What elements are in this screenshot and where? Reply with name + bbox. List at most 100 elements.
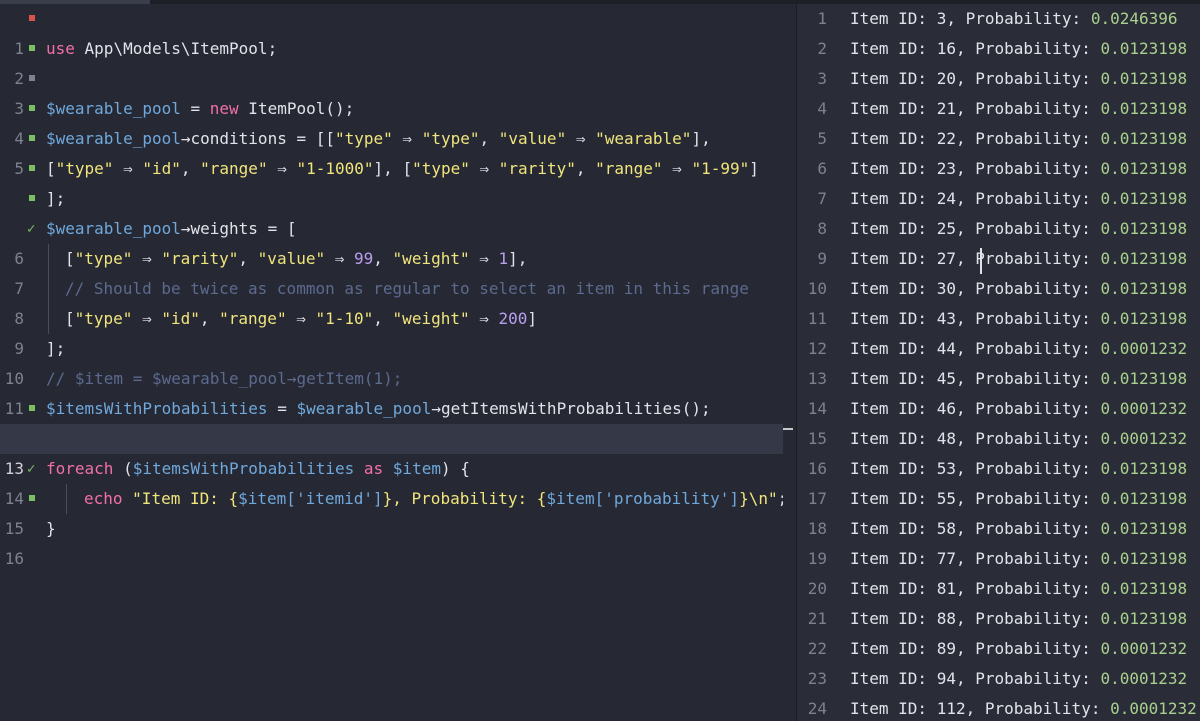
code-line[interactable]: 1	[0, 4, 783, 58]
output-label: Item ID: 81, Probability:	[850, 579, 1101, 598]
output-label: Item ID: 77, Probability:	[850, 549, 1101, 568]
output-probability-value: 0.0123198	[1100, 489, 1188, 508]
code-line-active[interactable]: 13	[0, 424, 783, 478]
output-line: 18 Item ID: 58, Probability: 0.0123198	[797, 514, 1200, 544]
output-probability-value: 0.0123198	[1100, 69, 1188, 88]
output-label: Item ID: 27, Probability:	[850, 249, 1101, 268]
output-line: 11 Item ID: 43, Probability: 0.0123198	[797, 304, 1200, 334]
string-token: "value"	[498, 129, 567, 148]
output-line: 23 Item ID: 94, Probability: 0.0001232	[797, 664, 1200, 694]
code-line[interactable]: 9 ["type" ⇒ "id", "range" ⇒ "1-10", "wei…	[0, 304, 783, 358]
string-token: "type"	[335, 129, 393, 148]
output-line-number: 20	[807, 579, 827, 598]
code-line[interactable]: 2 use App\Models\ItemPool;	[0, 34, 783, 88]
code-line[interactable]: 6 ✓ $wearable_pool→weights = [	[0, 214, 783, 268]
variable-token: $wearable_pool	[296, 399, 432, 418]
output-line-number: 3	[817, 69, 827, 88]
git-added-marker-icon	[29, 495, 35, 501]
output-panel[interactable]: 1 Item ID: 3, Probability: 0.0246396 2 Ite…	[797, 4, 1200, 721]
variable-token: $item	[392, 459, 441, 478]
output-label: Item ID: 53, Probability:	[850, 459, 1101, 478]
code-token: →	[180, 219, 191, 238]
output-text: Item ID: 81, Probability: 0.0123198	[850, 574, 1187, 604]
output-probability-value: 0.0123198	[1100, 189, 1188, 208]
code-token: =	[180, 99, 210, 118]
code-token: ],	[508, 249, 528, 268]
output-text: Item ID: 46, Probability: 0.0001232	[850, 394, 1187, 424]
output-probability-value: 0.0246396	[1090, 9, 1178, 28]
code-token: ,	[373, 309, 393, 328]
code-line[interactable]: 10 ];	[0, 334, 783, 388]
code-token: App\Models\ItemPool;	[74, 39, 278, 58]
string-token: "Item ID: {	[132, 489, 239, 508]
code-text: ];	[46, 334, 65, 364]
code-token: ⇒	[267, 159, 297, 178]
git-added-marker-icon	[29, 105, 35, 111]
variable-token: $item['probability']	[546, 489, 740, 508]
code-token: getItemsWithProbabilities();	[440, 399, 711, 418]
output-probability-value: 0.0123198	[1100, 249, 1188, 268]
code-line[interactable]: 7 ["type" ⇒ "rarity", "value" ⇒ 99, "wei…	[0, 244, 783, 298]
output-line: 17 Item ID: 55, Probability: 0.0123198	[797, 484, 1200, 514]
code-token: ⇒	[469, 249, 499, 268]
number-token: 200	[498, 309, 528, 328]
code-token: ,	[180, 159, 201, 178]
code-text: $wearable_pool→conditions = [["type" ⇒ "…	[46, 124, 711, 154]
code-line[interactable]: 14 ✓ foreach ($itemsWithProbabilities as…	[0, 454, 783, 508]
code-line[interactable]: 11 // $item = $wearable_pool→getItem(1);	[0, 364, 783, 418]
string-token: "rarity"	[498, 159, 576, 178]
output-probability-value: 0.0001232	[1100, 429, 1188, 448]
code-token: ],	[691, 129, 711, 148]
git-added-marker-icon	[29, 195, 35, 201]
output-line: 7 Item ID: 24, Probability: 0.0123198	[797, 184, 1200, 214]
text-cursor	[980, 248, 982, 274]
code-text: echo "Item ID: {$item['itemid']}, Probab…	[84, 484, 783, 514]
code-text: $wearable_pool→weights = [	[46, 214, 296, 244]
code-token: }	[46, 519, 56, 538]
splitter-handle-icon[interactable]	[783, 428, 793, 430]
git-added-check-icon: ✓	[27, 221, 36, 237]
code-line[interactable]: 16 }	[0, 514, 783, 568]
git-added-marker-icon	[29, 45, 35, 51]
code-line[interactable]: 3	[0, 64, 783, 118]
code-text: ["type" ⇒ "id", "range" ⇒ "1-1000"], ["t…	[46, 154, 759, 184]
output-label: Item ID: 58, Probability:	[850, 519, 1101, 538]
output-text: Item ID: 43, Probability: 0.0123198	[850, 304, 1187, 334]
output-probability-value: 0.0123198	[1100, 279, 1188, 298]
code-text: foreach ($itemsWithProbabilities as $ite…	[46, 454, 470, 484]
output-line: 14 Item ID: 46, Probability: 0.0001232	[797, 394, 1200, 424]
code-token: ⇒	[325, 249, 355, 268]
output-line: 21 Item ID: 88, Probability: 0.0123198	[797, 604, 1200, 634]
code-token: ,	[575, 159, 596, 178]
code-line[interactable]: 4 $wearable_pool = new ItemPool();	[0, 94, 783, 148]
pane-splitter[interactable]	[783, 4, 797, 721]
code-token: (	[113, 459, 133, 478]
code-line[interactable]: 15 echo "Item ID: {$item['itemid']}, Pro…	[0, 484, 783, 538]
output-line-number: 1	[817, 9, 827, 28]
code-token: ]	[749, 159, 759, 178]
output-line-number: 11	[807, 309, 827, 328]
output-text: Item ID: 27, Probability: 0.0123198	[850, 244, 1187, 274]
output-label: Item ID: 46, Probability:	[850, 399, 1101, 418]
output-label: Item ID: 3, Probability:	[850, 9, 1091, 28]
output-line-number: 16	[807, 459, 827, 478]
output-line-number: 21	[807, 609, 827, 628]
output-text: Item ID: 22, Probability: 0.0123198	[850, 124, 1187, 154]
code-editor[interactable]: 1 2 use App\Models\ItemPool; 3 4 $wearab…	[0, 4, 783, 721]
string-token: "wearable"	[595, 129, 692, 148]
code-line[interactable]: 12 $itemsWithProbabilities = $wearable_p…	[0, 394, 783, 448]
code-line[interactable]: 5 $wearable_pool→conditions = [["type" ⇒…	[0, 124, 783, 178]
output-line: 10 Item ID: 30, Probability: 0.0123198	[797, 274, 1200, 304]
code-line-wrapped[interactable]: ];	[0, 184, 783, 214]
output-probability-value: 0.0123198	[1100, 369, 1188, 388]
output-line: 20 Item ID: 81, Probability: 0.0123198	[797, 574, 1200, 604]
indent-guide	[48, 274, 49, 304]
indent-guide	[48, 244, 49, 274]
output-text: Item ID: 88, Probability: 0.0123198	[850, 604, 1187, 634]
code-line[interactable]: 8 // Should be twice as common as regula…	[0, 274, 783, 328]
keyword-token: foreach	[46, 459, 114, 478]
keyword-token: use	[46, 39, 75, 58]
code-line-wrapped[interactable]: ["type" ⇒ "id", "range" ⇒ "1-1000"], ["t…	[0, 154, 783, 184]
output-probability-value: 0.0123198	[1100, 99, 1188, 118]
code-token: ⇒	[392, 129, 422, 148]
